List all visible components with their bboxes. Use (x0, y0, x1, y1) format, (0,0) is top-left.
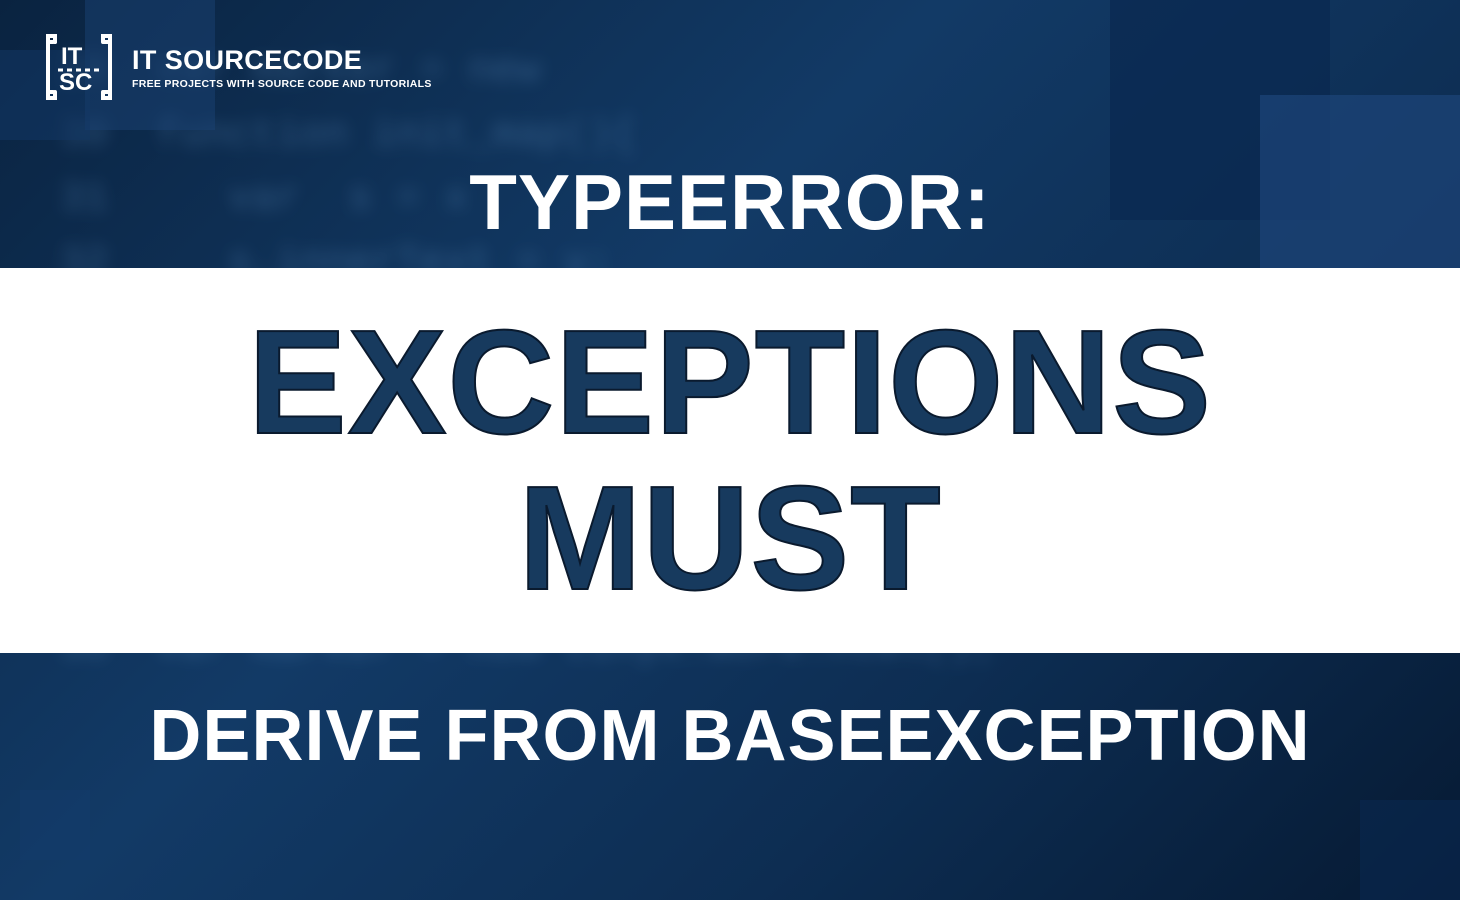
brand-name: IT SOURCECODE (132, 45, 432, 76)
title-line-2: DERIVE FROM BASEEXCEPTION (0, 695, 1460, 777)
brand-tagline: FREE PROJECTS WITH SOURCE CODE AND TUTOR… (132, 78, 432, 90)
title-band-line-2: MUST (518, 461, 941, 616)
logo-icon: IT SC (40, 28, 118, 106)
decor-square (20, 790, 90, 860)
title-line-1: TYPEERROR: (0, 157, 1460, 248)
title-band: EXCEPTIONS MUST (0, 268, 1460, 653)
svg-text:SC: SC (59, 69, 92, 96)
title-band-line-1: EXCEPTIONS (248, 305, 1212, 460)
logo-text: IT SOURCECODE FREE PROJECTS WITH SOURCE … (132, 45, 432, 90)
svg-text:IT: IT (61, 43, 83, 70)
decor-square (1360, 800, 1460, 900)
site-logo: IT SC IT SOURCECODE FREE PROJECTS WITH S… (40, 28, 432, 106)
